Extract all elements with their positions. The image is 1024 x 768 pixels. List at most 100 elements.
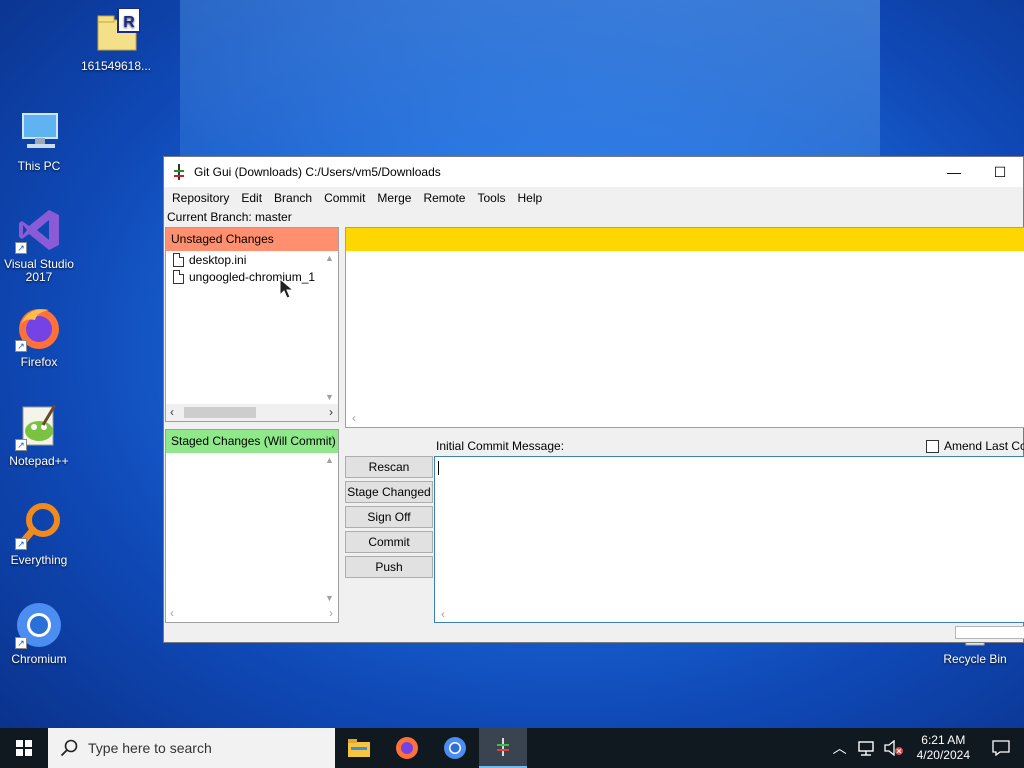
scroll-up-arrow-icon[interactable]: ▲: [321, 455, 338, 465]
desktop-icon-chromium[interactable]: ↗ Chromium: [1, 601, 77, 666]
shortcut-arrow-icon: ↗: [15, 340, 27, 352]
search-placeholder: Type here to search: [88, 740, 212, 756]
winrar-archive-icon: R: [92, 7, 141, 56]
scroll-thumb[interactable]: [184, 407, 256, 418]
sign-off-button[interactable]: Sign Off: [345, 506, 433, 528]
diff-content-area[interactable]: [346, 251, 1024, 411]
desktop-icon-archive[interactable]: R 161549618...: [78, 7, 154, 73]
notepad-plus-plus-icon: ↗: [15, 403, 63, 451]
taskbar-firefox[interactable]: [383, 728, 431, 768]
title-bar[interactable]: Git Gui (Downloads) C:/Users/vm5/Downloa…: [164, 157, 1023, 187]
scroll-left-arrow-icon[interactable]: ‹: [170, 405, 174, 419]
staged-changes-panel: Staged Changes (Will Commit) ▲ ▼ ‹ ›: [165, 429, 339, 623]
staged-changes-header: Staged Changes (Will Commit): [166, 430, 338, 453]
minimize-button[interactable]: —: [931, 157, 977, 187]
shortcut-arrow-icon: ↗: [15, 439, 27, 451]
network-icon[interactable]: [857, 740, 875, 756]
windows-logo-icon: [16, 740, 32, 756]
file-name: desktop.ini: [189, 252, 247, 267]
text-cursor: [438, 461, 439, 475]
everything-search-icon: ↗: [15, 502, 63, 550]
rescan-button[interactable]: Rescan: [345, 456, 433, 478]
desktop-icon-label: Firefox: [20, 355, 58, 369]
desktop-icon-label: Visual Studio 2017: [4, 257, 74, 284]
diff-horizontal-scrollbar[interactable]: ‹: [346, 410, 1024, 427]
unstaged-changes-panel: Unstaged Changes desktop.ini ungoogled-c…: [165, 227, 339, 422]
taskbar-search-box[interactable]: Type here to search: [48, 728, 335, 768]
menu-branch[interactable]: Branch: [268, 191, 318, 205]
computer-icon: [15, 108, 63, 156]
commit-message-input[interactable]: ‹: [434, 456, 1024, 623]
commit-message-label: Initial Commit Message:: [436, 439, 565, 453]
system-tray: ︿ 6:21 AM 4/20/2024: [827, 728, 1024, 768]
taskbar: Type here to search ︿ 6:21 AM 4/20/2024: [0, 728, 1024, 768]
volume-muted-icon[interactable]: [883, 740, 903, 756]
unstaged-vertical-scrollbar[interactable]: ▲ ▼: [321, 251, 338, 404]
diff-viewer-panel: ‹: [345, 227, 1024, 428]
scroll-left-arrow-icon[interactable]: ‹: [170, 606, 174, 620]
maximize-button[interactable]: ☐: [977, 157, 1023, 187]
desktop-icon-label: This PC: [17, 159, 61, 173]
unstaged-horizontal-scrollbar[interactable]: ‹ ›: [166, 404, 338, 421]
menu-commit[interactable]: Commit: [318, 191, 371, 205]
git-gui-window: Git Gui (Downloads) C:/Users/vm5/Downloa…: [163, 156, 1024, 643]
current-branch-label: Current Branch: master: [167, 210, 292, 224]
file-explorer-icon: [348, 739, 370, 757]
menu-repository[interactable]: Repository: [166, 191, 235, 205]
start-button[interactable]: [0, 728, 48, 768]
menu-bar: Repository Edit Branch Commit Merge Remo…: [164, 187, 1023, 209]
menu-edit[interactable]: Edit: [235, 191, 268, 205]
staged-horizontal-scrollbar[interactable]: ‹ ›: [166, 605, 338, 622]
menu-help[interactable]: Help: [511, 191, 548, 205]
push-button[interactable]: Push: [345, 556, 433, 578]
mouse-cursor-icon: [279, 278, 295, 299]
checkbox-box[interactable]: [926, 439, 939, 453]
window-title: Git Gui (Downloads) C:/Users/vm5/Downloa…: [194, 165, 441, 179]
staged-vertical-scrollbar[interactable]: ▲ ▼: [321, 453, 338, 605]
desktop-icon-firefox[interactable]: ↗ Firefox: [1, 304, 77, 369]
clock-date: 4/20/2024: [916, 748, 970, 762]
file-list-item[interactable]: ungoogled-chromium_1: [166, 268, 321, 285]
desktop-icon-everything[interactable]: ↗ Everything: [1, 502, 77, 567]
shortcut-arrow-icon: ↗: [15, 242, 27, 254]
menu-remote[interactable]: Remote: [417, 191, 471, 205]
file-icon: [173, 252, 184, 267]
desktop-icon-visual-studio[interactable]: ↗ Visual Studio 2017: [1, 206, 77, 284]
scroll-right-arrow-icon[interactable]: ›: [329, 405, 333, 419]
taskbar-git-gui[interactable]: [479, 728, 527, 768]
menu-tools[interactable]: Tools: [471, 191, 511, 205]
taskbar-chromium[interactable]: [431, 728, 479, 768]
chevron-up-icon[interactable]: ︿: [827, 738, 853, 758]
notifications-icon[interactable]: [992, 740, 1010, 756]
scroll-left-arrow-icon[interactable]: ‹: [352, 411, 356, 425]
desktop-icon-notepadpp[interactable]: ↗ Notepad++: [1, 403, 77, 468]
file-list-item[interactable]: desktop.ini: [166, 251, 321, 268]
scroll-left-arrow-icon[interactable]: ‹: [441, 607, 445, 621]
clock[interactable]: 6:21 AM 4/20/2024: [907, 733, 980, 763]
scroll-down-arrow-icon[interactable]: ▼: [321, 593, 338, 603]
clock-time: 6:21 AM: [921, 733, 966, 747]
scroll-up-arrow-icon[interactable]: ▲: [321, 253, 338, 263]
scroll-right-arrow-icon[interactable]: ›: [329, 606, 333, 620]
visual-studio-icon: ↗: [15, 206, 63, 254]
desktop-icon-label: Everything: [10, 553, 68, 567]
desktop-icon-this-pc[interactable]: This PC: [1, 108, 77, 173]
taskbar-file-explorer[interactable]: [335, 728, 383, 768]
menu-merge[interactable]: Merge: [371, 191, 417, 205]
stage-changed-button[interactable]: Stage Changed: [345, 481, 433, 503]
desktop-icon-label: Chromium: [11, 652, 67, 666]
unstaged-changes-header: Unstaged Changes: [166, 228, 338, 251]
shortcut-arrow-icon: ↗: [15, 538, 27, 550]
amend-last-commit-checkbox[interactable]: Amend Last Co: [926, 439, 1024, 453]
scroll-down-arrow-icon[interactable]: ▼: [321, 392, 338, 402]
firefox-icon: [396, 737, 418, 759]
progress-field: [955, 626, 1024, 639]
shortcut-arrow-icon: ↗: [15, 637, 27, 649]
desktop-icon-label: Recycle Bin: [943, 652, 1007, 666]
diff-header-bar: [346, 228, 1024, 251]
file-name: ungoogled-chromium_1: [189, 269, 316, 284]
amend-label: Amend Last Co: [944, 439, 1024, 453]
search-icon: [60, 739, 78, 757]
git-gui-app-icon: [174, 164, 184, 180]
commit-button[interactable]: Commit: [345, 531, 433, 553]
